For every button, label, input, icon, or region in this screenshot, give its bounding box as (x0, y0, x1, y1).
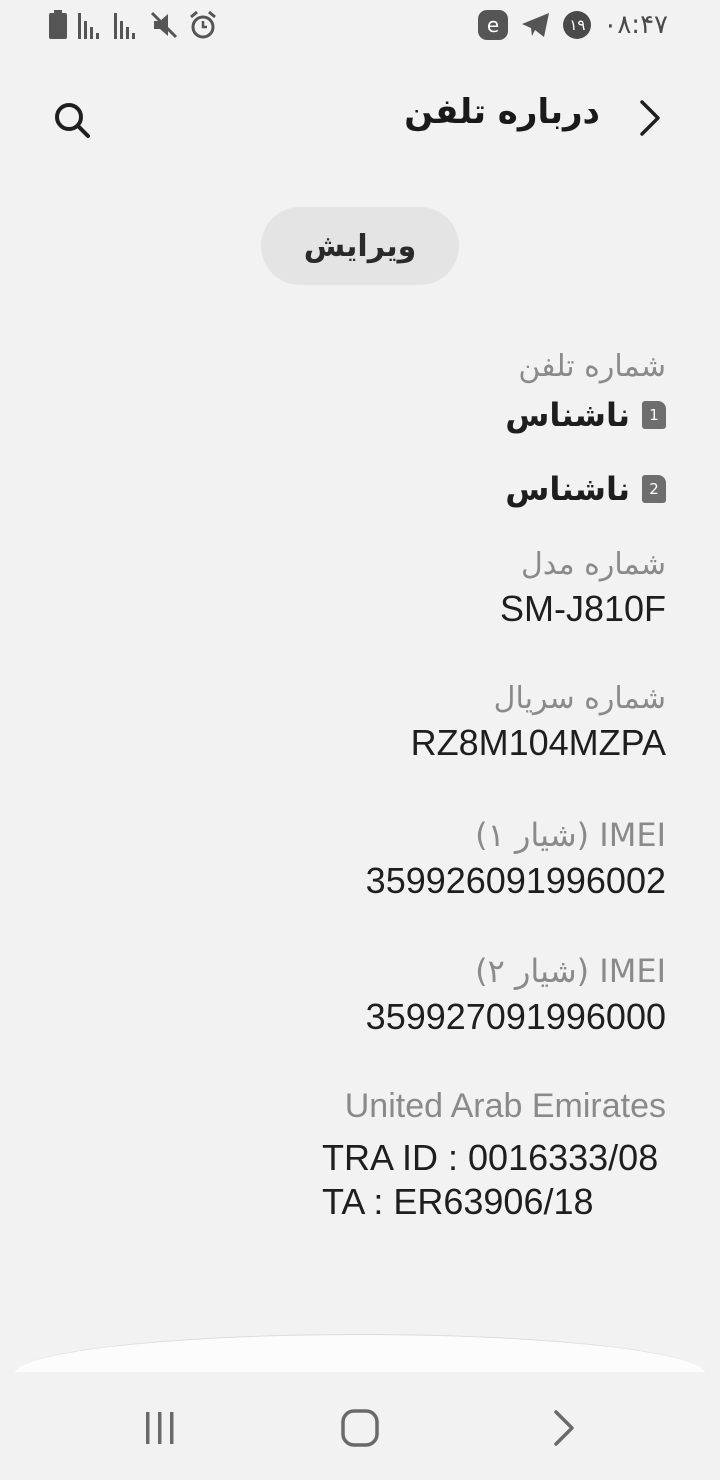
status-bar: e ۱۹ ۰۸:۴۷ (0, 0, 720, 54)
home-icon (341, 1409, 379, 1447)
telegram-icon (522, 13, 550, 37)
about-phone-screen: e ۱۹ ۰۸:۴۷ درباره تلفن ویرایش شماره تلفن… (0, 0, 720, 1480)
device-info-list: شماره تلفن 1 ناشناس 2 ناشناس شماره مدل S… (54, 346, 666, 1224)
page-title: درباره تلفن (404, 92, 600, 132)
imei2-value: 359927091996000 (365, 996, 666, 1037)
status-time: ۰۸:۴۷ (603, 10, 668, 40)
recent-apps-icon (146, 1412, 174, 1444)
navigation-bar (0, 1372, 720, 1480)
edit-button[interactable]: ویرایش (261, 207, 459, 285)
regulatory-item: United Arab Emirates TRA ID : 0016333/08… (54, 1084, 666, 1224)
chevron-right-icon (640, 100, 660, 136)
sim2-row: 2 ناشناس (54, 462, 666, 516)
imei2-item: IMEI (شیار ۲) 359927091996000 (54, 948, 666, 1040)
app-header: درباره تلفن (0, 86, 720, 150)
tra-id-value: TRA ID : 0016333/08 (322, 1137, 659, 1178)
imei1-item: IMEI (شیار ۱) 359926091996002 (54, 812, 666, 904)
e-app-icon: e (478, 10, 509, 40)
alarm-icon (190, 10, 216, 39)
imei2-label: IMEI (شیار ۲) (475, 952, 666, 990)
home-button[interactable] (336, 1404, 384, 1452)
model-number-item: شماره مدل SM-J810F (54, 544, 666, 632)
model-number-label: شماره مدل (521, 547, 666, 582)
sim-card-icon: 1 (642, 401, 666, 429)
svg-text:e: e (487, 13, 499, 37)
model-number-value: SM-J810F (499, 588, 666, 629)
signal-sim1-icon (78, 13, 99, 39)
sim1-number: ناشناس (505, 396, 630, 434)
search-icon (55, 103, 90, 138)
back-button[interactable] (632, 98, 668, 138)
mute-icon (150, 11, 178, 39)
regulatory-country-label: United Arab Emirates (344, 1087, 666, 1125)
search-button[interactable] (50, 98, 94, 142)
phone-number-item: شماره تلفن 1 ناشناس 2 ناشناس (54, 346, 666, 516)
status-icons-right: e ۱۹ ۰۸:۴۷ (477, 9, 668, 41)
serial-number-value: RZ8M104MZPA (410, 722, 666, 763)
battery-icon (49, 10, 67, 39)
phone-number-label: شماره تلفن (518, 349, 666, 384)
sim-card-icon: 2 (642, 475, 666, 503)
recent-apps-button[interactable] (136, 1404, 184, 1452)
signal-sim2-icon (114, 13, 135, 39)
notification-count-badge: ۱۹ (563, 11, 592, 39)
back-nav-button[interactable] (540, 1404, 588, 1452)
sim2-number: ناشناس (505, 470, 630, 508)
ta-value: TA : ER63906/18 (322, 1181, 594, 1222)
serial-number-label: شماره سریال (493, 681, 666, 716)
status-icons-left (48, 10, 218, 40)
back-nav-icon (554, 1410, 574, 1446)
serial-number-item: شماره سریال RZ8M104MZPA (54, 678, 666, 766)
sim1-row: 1 ناشناس (54, 388, 666, 442)
imei1-label: IMEI (شیار ۱) (475, 816, 666, 854)
imei1-value: 359926091996002 (365, 860, 666, 901)
